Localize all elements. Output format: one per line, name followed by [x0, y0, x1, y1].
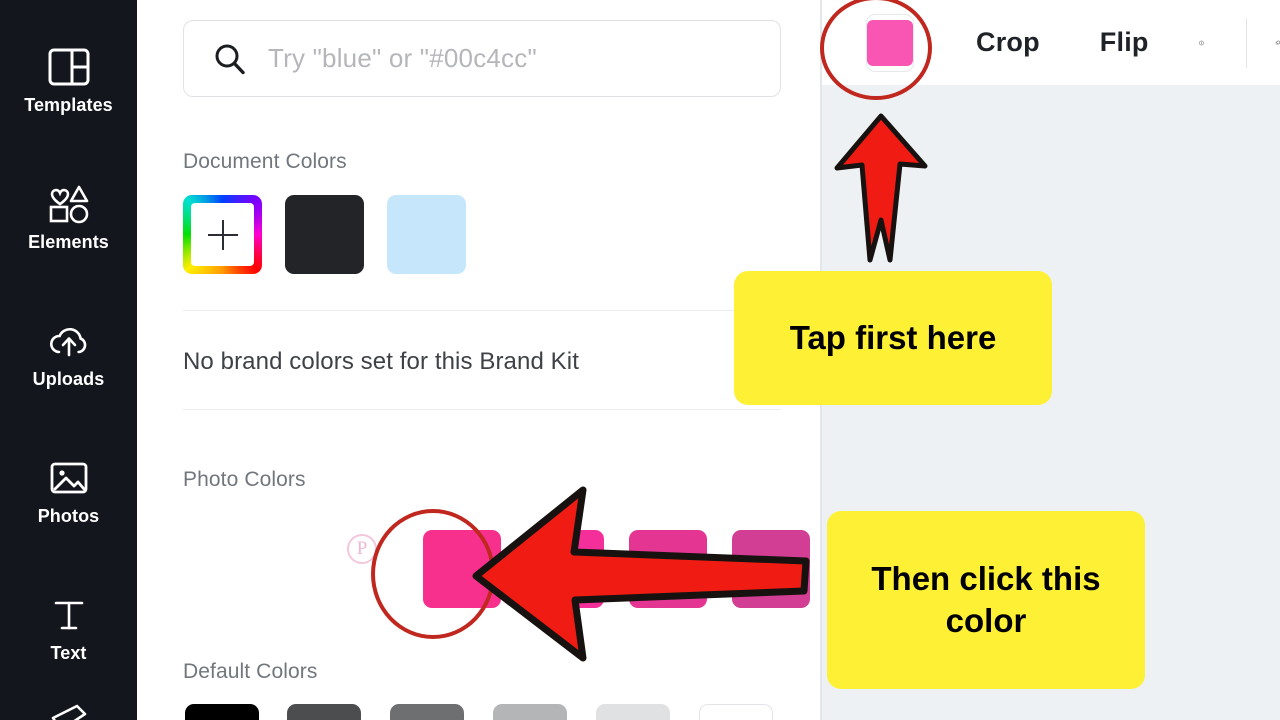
default-color-swatch[interactable]	[596, 704, 670, 720]
default-color-swatch[interactable]	[699, 704, 773, 720]
annotation-callout-bottom: Then click this color	[827, 511, 1145, 689]
document-color-swatch[interactable]	[285, 195, 364, 274]
info-icon[interactable]	[1198, 21, 1204, 65]
annotation-arrow-up	[834, 113, 928, 263]
annotation-callout-top: Tap first here	[734, 271, 1052, 405]
search-placeholder: Try "blue" or "#00c4cc"	[268, 43, 537, 73]
add-color-inner	[191, 203, 254, 266]
more-tools-icon	[51, 704, 87, 720]
divider	[183, 310, 781, 311]
default-colors-title: Default Colors	[183, 660, 318, 683]
default-color-swatch[interactable]	[287, 704, 361, 720]
sidebar-item-label: Templates	[24, 95, 113, 115]
document-colors-title: Document Colors	[183, 150, 347, 173]
left-nav-rail: Templates Elements Uploads Photos Text	[0, 0, 137, 720]
sidebar-item-elements[interactable]: Elements	[0, 149, 137, 286]
templates-icon	[48, 48, 89, 86]
uploads-icon	[49, 327, 86, 357]
text-icon	[54, 601, 83, 630]
transparency-icon[interactable]	[1274, 19, 1280, 67]
photo-colors-title: Photo Colors	[183, 468, 306, 491]
default-color-swatch[interactable]	[185, 704, 259, 720]
sidebar-item-label: Text	[50, 643, 87, 663]
default-color-swatch[interactable]	[390, 704, 464, 720]
sidebar-item-label: Photos	[37, 506, 100, 526]
photos-icon	[50, 462, 87, 494]
elements-icon	[49, 185, 88, 224]
annotation-arrow-left	[472, 486, 810, 662]
default-color-swatch[interactable]	[493, 704, 567, 720]
sidebar-item-uploads[interactable]: Uploads	[0, 286, 137, 423]
sidebar-item-templates[interactable]: Templates	[0, 12, 137, 149]
sidebar-item-text[interactable]: Text	[0, 560, 137, 697]
brand-kit-note: No brand colors set for this Brand Kit	[183, 348, 579, 375]
document-color-swatch[interactable]	[387, 195, 466, 274]
sidebar-item-photos[interactable]: Photos	[0, 423, 137, 560]
divider	[183, 409, 781, 410]
annotation-circle-toolbar-color	[820, 0, 932, 100]
search-input[interactable]: Try "blue" or "#00c4cc"	[183, 20, 781, 97]
plus-icon	[207, 219, 238, 250]
crop-button[interactable]: Crop	[976, 27, 1040, 58]
flip-button[interactable]: Flip	[1100, 27, 1149, 58]
sidebar-item-label: Uploads	[32, 369, 105, 389]
search-icon	[215, 44, 245, 74]
add-color-button[interactable]	[183, 195, 262, 274]
sidebar-item-next-partial[interactable]	[0, 700, 137, 720]
app-root: Templates Elements Uploads Photos Text T…	[0, 0, 1280, 720]
sidebar-item-label: Elements	[28, 232, 109, 252]
